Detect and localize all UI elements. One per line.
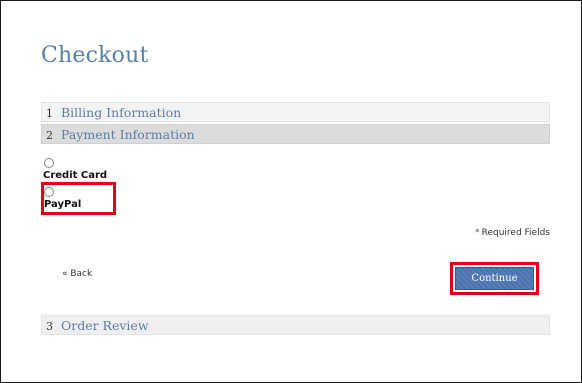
payment-panel: Credit Card PayPal * Required Fields « Ba…	[41, 144, 550, 315]
continue-button[interactable]: Continue	[455, 267, 534, 290]
paypal-highlight-box	[41, 182, 116, 215]
credit-card-radio[interactable]	[44, 158, 54, 168]
section-number: 2	[46, 129, 53, 142]
section-billing-information[interactable]: 1 Billing Information	[41, 102, 550, 122]
section-number: 3	[46, 320, 53, 333]
required-fields-text: Required Fields	[481, 228, 550, 238]
section-number: 1	[46, 107, 53, 120]
page-frame: Checkout 1 Billing Information 2 Payment…	[0, 0, 582, 383]
required-star: *	[475, 228, 480, 238]
page-title: Checkout	[41, 43, 149, 68]
section-payment-information: 2 Payment Information	[41, 124, 550, 144]
back-link[interactable]: « Back	[62, 269, 92, 279]
section-order-review[interactable]: 3 Order Review	[41, 315, 550, 335]
required-fields-note: * Required Fields	[475, 228, 550, 238]
section-label: Order Review	[60, 318, 149, 333]
section-label: Payment Information	[60, 127, 195, 142]
credit-card-label[interactable]: Credit Card	[43, 170, 107, 181]
section-label: Billing Information	[60, 105, 182, 120]
